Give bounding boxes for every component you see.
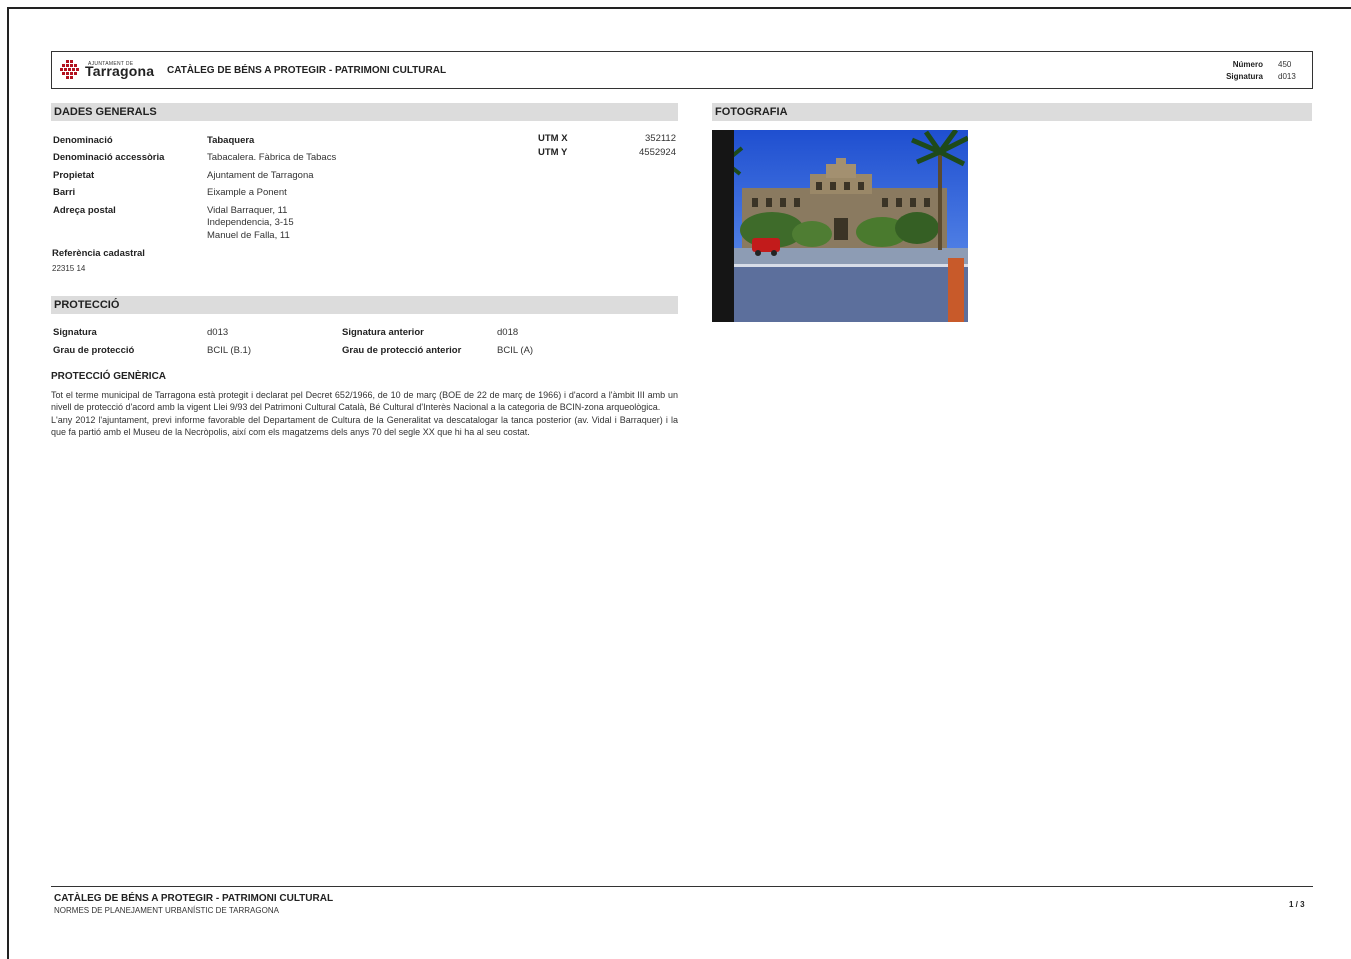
grau-proteccio-anterior-label: Grau de protecció anterior: [342, 345, 462, 356]
signatura-anterior-label: Signatura anterior: [342, 327, 424, 338]
grau-proteccio-value: BCIL (B.1): [207, 345, 251, 356]
proteccio-generica-paragraph-2: L'any 2012 l'ajuntament, previ informe f…: [51, 414, 678, 438]
numero-label: Número: [1232, 60, 1263, 69]
adreca-line-2: Independencia, 3-15: [207, 217, 294, 228]
adreca-line-3: Manuel de Falla, 11: [207, 230, 290, 241]
logo-name: Tarragona: [85, 63, 155, 79]
utm-y-label: UTM Y: [538, 147, 568, 158]
footer-divider: [51, 886, 1313, 887]
barri-value: Eixample a Ponent: [207, 187, 287, 198]
section-fotografia: FOTOGRAFIA: [712, 103, 1312, 121]
proteccio-generica-text: Tot el terme municipal de Tarragona està…: [51, 389, 678, 439]
tarragona-logo-icon: [60, 60, 79, 79]
referencia-cadastral-value: 22315 14: [52, 264, 86, 273]
proteccio-generica-paragraph-1: Tot el terme municipal de Tarragona està…: [51, 390, 678, 413]
header-signatura-value: d013: [1278, 72, 1296, 81]
denominacio-label: Denominació: [53, 135, 113, 146]
barri-label: Barri: [53, 187, 76, 198]
proteccio-generica-title: PROTECCIÓ GENÈRICA: [51, 371, 167, 382]
section-proteccio: PROTECCIÓ: [51, 296, 678, 314]
footer-subtitle: NORMES DE PLANEJAMENT URBANÍSTIC DE TARR…: [54, 906, 279, 915]
numero-value: 450: [1278, 60, 1292, 69]
signatura-anterior-value: d018: [497, 327, 519, 338]
referencia-cadastral-label: Referència cadastral: [52, 248, 145, 259]
propietat-value: Ajuntament de Tarragona: [207, 170, 314, 181]
grau-proteccio-label: Grau de protecció: [53, 345, 135, 356]
section-dades-generals: DADES GENERALS: [51, 103, 678, 121]
building-photo: [712, 130, 968, 322]
page-number: 1 / 3: [1289, 900, 1305, 909]
propietat-label: Propietat: [53, 170, 95, 181]
grau-proteccio-anterior-value: BCIL (A): [497, 345, 534, 356]
proteccio-signatura-value: d013: [207, 327, 229, 338]
denominacio-accessoria-label: Denominació accessòria: [53, 152, 165, 163]
header-title: CATÀLEG DE BÉNS A PROTEGIR - PATRIMONI C…: [167, 65, 447, 76]
utm-y-value: 4552924: [639, 147, 676, 158]
header-signatura-label: Signatura: [1226, 72, 1263, 81]
proteccio-signatura-label: Signatura: [53, 327, 97, 338]
footer-title: CATÀLEG DE BÉNS A PROTEGIR - PATRIMONI C…: [54, 893, 334, 904]
page-frame: [7, 7, 1351, 959]
utm-x-value: 352112: [645, 133, 676, 144]
utm-x-label: UTM X: [538, 133, 568, 144]
denominacio-accessoria-value: Tabacalera. Fàbrica de Tabacs: [207, 152, 337, 163]
adreca-label: Adreça postal: [53, 205, 116, 216]
denominacio-value: Tabaquera: [207, 135, 255, 146]
adreca-line-1: Vidal Barraquer, 11: [207, 205, 288, 216]
document-header: AJUNTAMENT DE Tarragona CATÀLEG DE BÉNS …: [51, 51, 1313, 89]
